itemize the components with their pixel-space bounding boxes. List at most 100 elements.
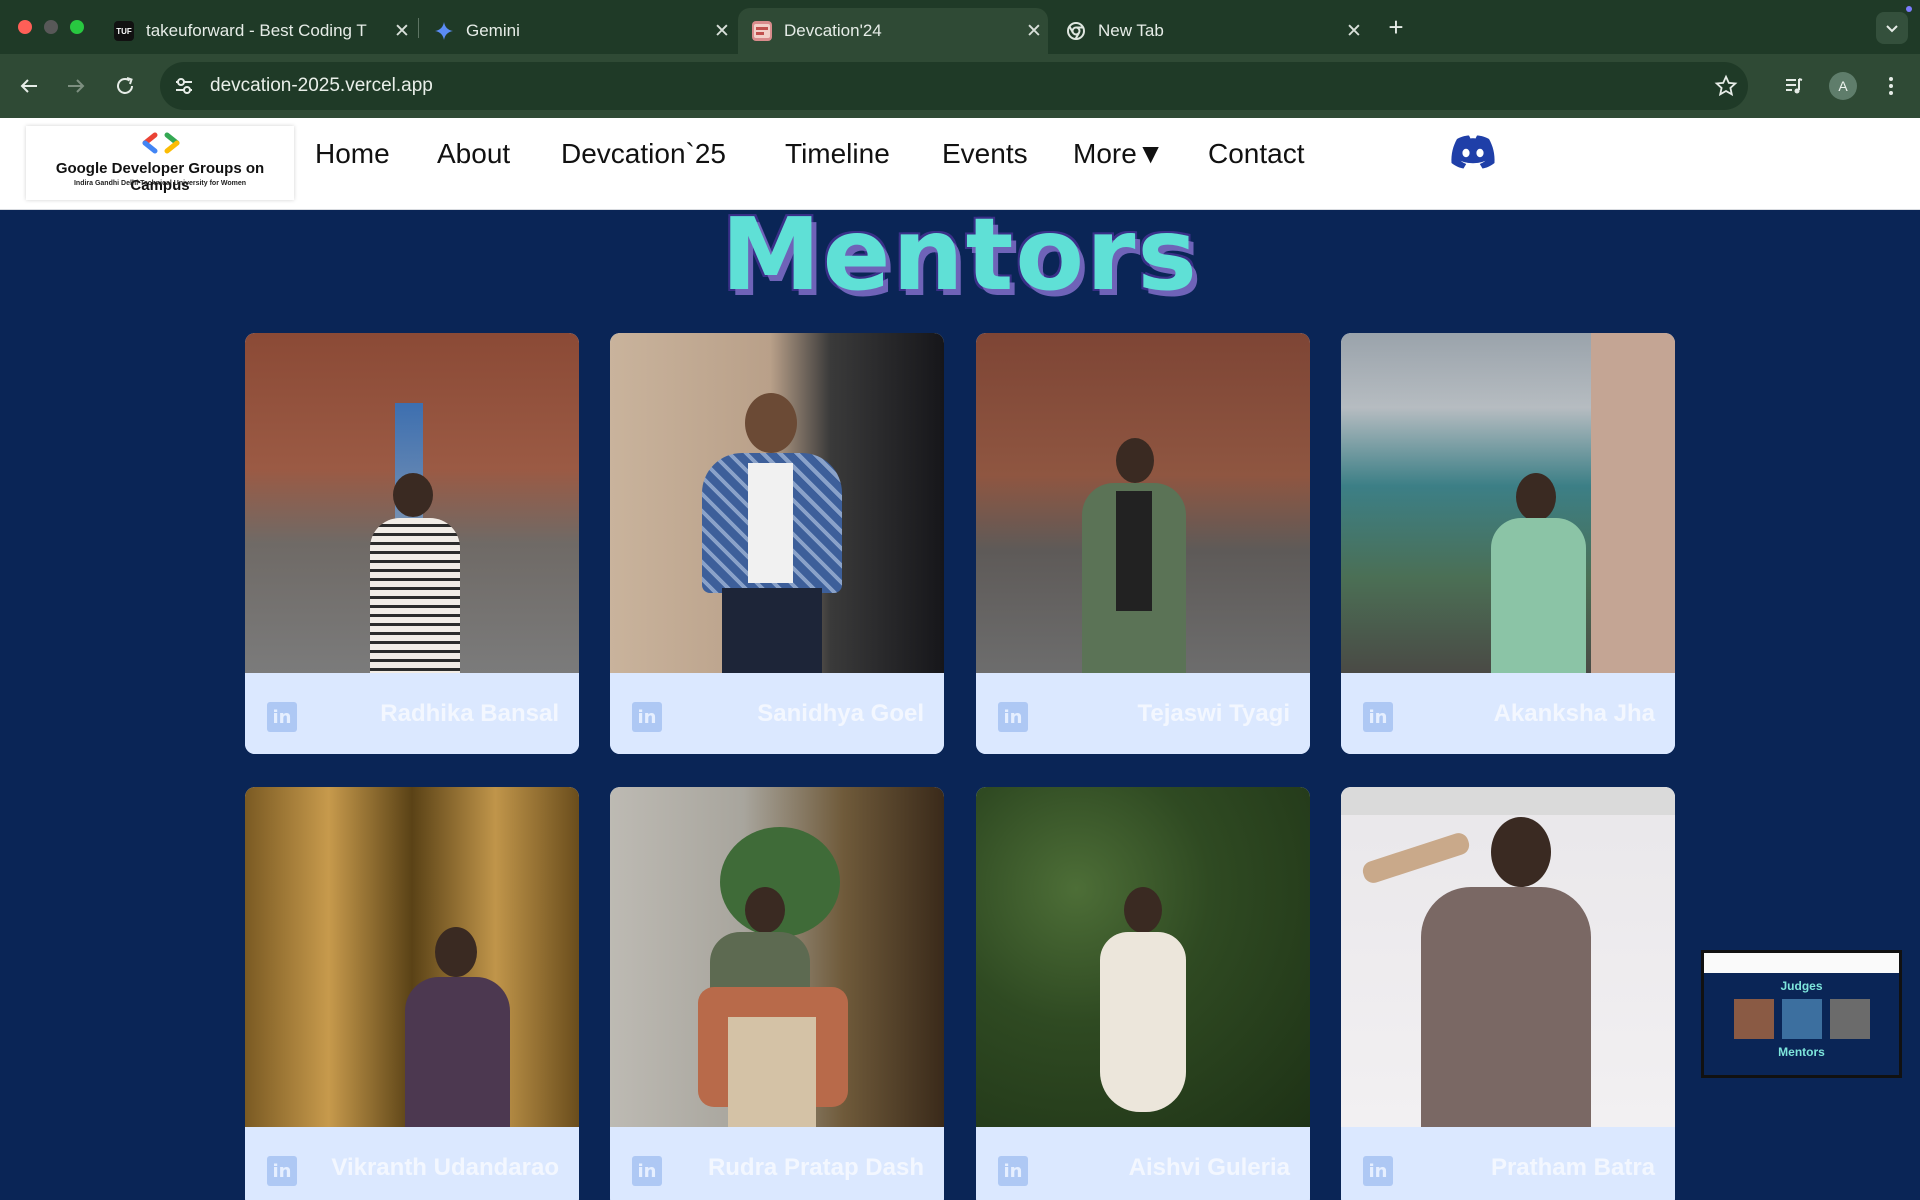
mentor-caption: in Akanksha Jha bbox=[1341, 673, 1675, 754]
mentor-photo bbox=[1341, 333, 1675, 673]
tab-takeuforward[interactable]: TUF takeuforward - Best Coding T ✕ bbox=[100, 8, 416, 54]
mentor-name: Radhika Bansal bbox=[380, 700, 559, 727]
pip-heading-judges: Judges bbox=[1780, 979, 1823, 993]
close-icon[interactable]: ✕ bbox=[1340, 20, 1368, 43]
linkedin-icon[interactable]: in bbox=[267, 702, 297, 732]
mentor-caption: in Vikranth Udandarao bbox=[245, 1127, 579, 1200]
window-zoom-button[interactable] bbox=[70, 20, 84, 34]
discord-icon[interactable] bbox=[1448, 132, 1498, 172]
section-title: Mentors bbox=[721, 196, 1199, 313]
linkedin-icon[interactable]: in bbox=[632, 1156, 662, 1186]
mentor-name: Rudra Pratap Dash bbox=[707, 1154, 924, 1181]
browser-tab-bar: TUF takeuforward - Best Coding T ✕ Gemin… bbox=[0, 0, 1920, 54]
kebab-menu-icon bbox=[1889, 77, 1893, 95]
tab-title: New Tab bbox=[1098, 21, 1164, 40]
site-settings-icon[interactable] bbox=[172, 74, 196, 98]
mentor-caption: in Tejaswi Tyagi bbox=[976, 673, 1310, 754]
tab-devcation[interactable]: Devcation'24 ✕ bbox=[738, 8, 1048, 54]
nav-more-dropdown[interactable]: More▼ bbox=[1073, 138, 1165, 178]
notification-dot bbox=[1906, 6, 1912, 12]
new-tab-button[interactable]: + bbox=[1380, 12, 1412, 44]
nav-about[interactable]: About bbox=[437, 138, 510, 178]
logo-subtitle: Indira Gandhi Delhi Technical University… bbox=[73, 180, 247, 187]
mentor-card: in Aishvi Guleria bbox=[976, 787, 1310, 1200]
linkedin-icon[interactable]: in bbox=[998, 702, 1028, 732]
bookmark-star-icon[interactable] bbox=[1714, 74, 1738, 98]
pip-preview-window[interactable]: Judges Mentors bbox=[1701, 950, 1902, 1078]
media-control-button[interactable] bbox=[1778, 70, 1810, 102]
window-close-button[interactable] bbox=[18, 20, 32, 34]
mentor-caption: in Pratham Batra bbox=[1341, 1127, 1675, 1200]
arrow-right-icon bbox=[68, 79, 85, 93]
pip-page-header bbox=[1704, 953, 1899, 973]
linkedin-icon[interactable]: in bbox=[267, 1156, 297, 1186]
mentor-caption: in Radhika Bansal bbox=[245, 673, 579, 754]
pip-judge-photo bbox=[1782, 999, 1822, 1039]
browser-toolbar: devcation-2025.vercel.app A bbox=[0, 54, 1920, 118]
nav-devcation[interactable]: Devcation`25 bbox=[561, 138, 726, 178]
reload-button[interactable] bbox=[109, 70, 141, 102]
mentor-card: in Rudra Pratap Dash bbox=[610, 787, 944, 1200]
tuf-icon: TUF bbox=[114, 21, 134, 41]
close-icon[interactable]: ✕ bbox=[388, 20, 416, 43]
forward-button[interactable] bbox=[60, 70, 92, 102]
gemini-sparkle-icon bbox=[434, 21, 454, 41]
mentor-card: in Vikranth Udandarao bbox=[245, 787, 579, 1200]
tab-title: Devcation'24 bbox=[784, 21, 882, 40]
nav-contact[interactable]: Contact bbox=[1208, 138, 1305, 178]
chrome-icon bbox=[1066, 21, 1086, 41]
mentor-caption: in Sanidhya Goel bbox=[610, 673, 944, 754]
window-minimize-button[interactable] bbox=[44, 20, 58, 34]
arrow-left-icon bbox=[20, 79, 37, 93]
linkedin-icon[interactable]: in bbox=[632, 702, 662, 732]
linkedin-icon[interactable]: in bbox=[1363, 1156, 1393, 1186]
mentor-name: Vikranth Udandarao bbox=[331, 1154, 559, 1181]
mentor-caption: in Aishvi Guleria bbox=[976, 1127, 1310, 1200]
chevron-down-icon bbox=[1886, 25, 1898, 33]
address-bar[interactable]: devcation-2025.vercel.app bbox=[160, 62, 1748, 110]
gdg-brackets-icon bbox=[142, 132, 180, 154]
mentor-card: in Tejaswi Tyagi bbox=[976, 333, 1310, 754]
mentor-photo bbox=[610, 787, 944, 1127]
mentor-name: Sanidhya Goel bbox=[757, 700, 924, 727]
reload-icon bbox=[117, 77, 133, 94]
mentor-card: in Pratham Batra bbox=[1341, 787, 1675, 1200]
devcation-favicon bbox=[752, 21, 772, 41]
mentor-photo bbox=[245, 333, 579, 673]
pip-heading-mentors: Mentors bbox=[1778, 1045, 1825, 1059]
logo-title: Google Developer Groups on Campus bbox=[55, 160, 265, 194]
close-icon[interactable]: ✕ bbox=[708, 20, 736, 43]
pip-judge-photo bbox=[1734, 999, 1774, 1039]
mentor-photo bbox=[976, 333, 1310, 673]
pip-judge-photo bbox=[1830, 999, 1870, 1039]
mentor-photo bbox=[245, 787, 579, 1127]
tab-title: Gemini bbox=[466, 21, 520, 40]
mentor-name: Aishvi Guleria bbox=[1128, 1154, 1290, 1181]
mentor-photo bbox=[610, 333, 944, 673]
mentor-card: in Sanidhya Goel bbox=[610, 333, 944, 754]
nav-events[interactable]: Events bbox=[942, 138, 1028, 178]
music-queue-icon bbox=[1786, 78, 1803, 94]
back-button[interactable] bbox=[13, 70, 45, 102]
browser-menu-button[interactable] bbox=[1875, 70, 1907, 102]
linkedin-icon[interactable]: in bbox=[998, 1156, 1028, 1186]
nav-timeline[interactable]: Timeline bbox=[785, 138, 890, 178]
mentor-caption: in Rudra Pratap Dash bbox=[610, 1127, 944, 1200]
tab-title: takeuforward - Best Coding T bbox=[146, 21, 367, 40]
tab-gemini[interactable]: Gemini ✕ bbox=[420, 8, 736, 54]
profile-avatar[interactable]: A bbox=[1829, 72, 1857, 100]
close-icon[interactable]: ✕ bbox=[1020, 20, 1048, 43]
url-text: devcation-2025.vercel.app bbox=[210, 75, 433, 96]
tab-new-tab[interactable]: New Tab ✕ bbox=[1052, 8, 1368, 54]
mentor-photo bbox=[1341, 787, 1675, 1127]
mentor-name: Tejaswi Tyagi bbox=[1137, 700, 1291, 727]
gdg-logo[interactable]: Google Developer Groups on Campus Indira… bbox=[26, 126, 294, 200]
nav-home[interactable]: Home bbox=[315, 138, 390, 178]
tab-search-button[interactable] bbox=[1876, 12, 1908, 44]
mentor-name: Akanksha Jha bbox=[1493, 700, 1655, 727]
tab-separator bbox=[418, 18, 419, 38]
mentor-card: in Radhika Bansal bbox=[245, 333, 579, 754]
mentor-card: in Akanksha Jha bbox=[1341, 333, 1675, 754]
mentor-photo bbox=[976, 787, 1310, 1127]
linkedin-icon[interactable]: in bbox=[1363, 702, 1393, 732]
